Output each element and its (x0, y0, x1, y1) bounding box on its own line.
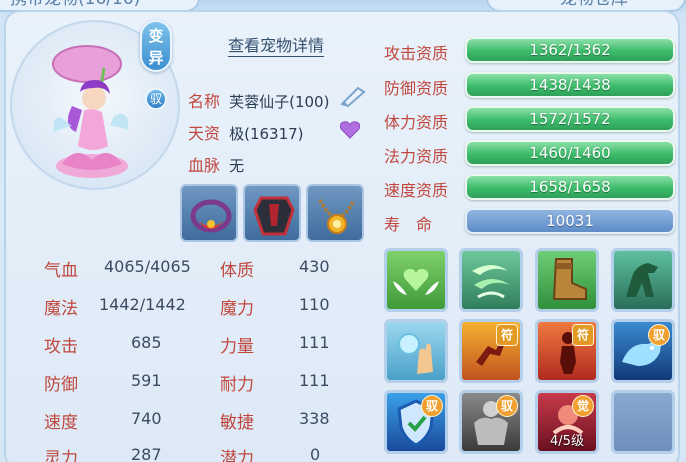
pet-name-row: 名称 芙蓉仙子(100) (188, 88, 329, 112)
edit-name-icon[interactable] (338, 84, 368, 108)
armor-icon (253, 196, 295, 236)
green-wind-icon (472, 265, 510, 299)
pet-name-value: 芙蓉仙子(100) (229, 93, 330, 111)
equip-slot-necklace[interactable] (306, 184, 364, 242)
stat-label-speed: 速度 (44, 413, 78, 433)
stat-value-potential: 0 (310, 445, 321, 462)
stat-value-constitution: 430 (299, 257, 330, 276)
pet-bloodline-value: 无 (229, 157, 245, 175)
stat-value-hp: 4065/4065 (104, 257, 191, 276)
stat-label-agility: 敏捷 (220, 413, 254, 433)
stat-label-strength: 力量 (220, 337, 254, 357)
pet-talent-value: 极(16317) (229, 125, 304, 143)
stat-value-speed: 740 (131, 409, 162, 428)
stat-label-magic: 魔力 (220, 299, 254, 319)
empty-skill-slot[interactable] (611, 390, 675, 454)
stat-label-endurance: 耐力 (220, 375, 254, 395)
aptitude-label-speed: 速度资质 (384, 181, 449, 200)
skill-level-text: 4/5级 (550, 434, 584, 449)
stat-value-strength: 111 (299, 333, 330, 352)
pet-name-label: 名称 (188, 92, 221, 111)
skill-slot-10[interactable]: 驭 (459, 390, 523, 454)
stat-label-constitution: 体质 (220, 261, 254, 281)
ride-tag: 驭 (496, 395, 518, 417)
awaken-tag: 觉 (572, 395, 594, 417)
ride-tag: 驭 (648, 324, 670, 346)
skill-slot-8[interactable]: 驭 (611, 319, 675, 383)
rune-badge: 符 (496, 324, 518, 346)
skill-slot-1[interactable] (384, 248, 448, 312)
pet-bloodline-label: 血脉 (188, 156, 221, 175)
stat-value-magic: 110 (299, 295, 330, 314)
necklace-icon (318, 199, 356, 234)
lifespan-bar: 10031 (465, 208, 675, 234)
aptitude-label-attack: 攻击资质 (384, 44, 449, 63)
stat-value-spirit: 287 (131, 445, 162, 462)
green-horse-icon (626, 263, 658, 297)
stat-label-hp: 气血 (44, 261, 78, 281)
aptitude-label-defense: 防御资质 (384, 79, 449, 98)
winged-heart-icon (393, 268, 439, 295)
ride-tag: 驭 (421, 395, 443, 417)
skill-slot-6[interactable]: 符 (459, 319, 523, 383)
aptitude-bar-speed: 1658/1658 (465, 174, 675, 200)
skill-slot-2[interactable] (459, 248, 523, 312)
pet-talent-label: 天资 (188, 124, 221, 143)
equip-slot-collar[interactable] (180, 184, 238, 242)
aptitude-bar-mana: 1460/1460 (465, 140, 675, 166)
water-palm-icon (398, 333, 433, 374)
aptitude-bar-attack: 1362/1362 (465, 37, 675, 63)
stat-label-mp: 魔法 (44, 299, 78, 319)
ride-badge: 驭 (145, 88, 167, 110)
stat-label-defense: 防御 (44, 375, 78, 395)
stat-label-attack: 攻击 (44, 337, 78, 357)
rune-badge: 符 (572, 324, 594, 346)
skill-slot-3[interactable] (535, 248, 599, 312)
skill-slot-5[interactable] (384, 319, 448, 383)
aptitude-label-lifespan: 寿 命 (384, 215, 433, 234)
aptitude-label-mana: 法力资质 (384, 147, 449, 166)
stat-label-spirit: 灵力 (44, 449, 78, 462)
stat-value-agility: 338 (299, 409, 330, 428)
skill-slot-4[interactable] (611, 248, 675, 312)
equip-slot-armor[interactable] (243, 184, 301, 242)
stat-value-endurance: 111 (299, 371, 330, 390)
heart-icon[interactable] (339, 120, 361, 140)
collar-icon (190, 199, 232, 233)
boot-icon (552, 258, 587, 300)
skill-slot-9[interactable]: 驭 (384, 390, 448, 454)
stat-value-mp: 1442/1442 (99, 295, 186, 314)
skill-slot-7[interactable]: 符 (535, 319, 599, 383)
pet-bloodline-row: 血脉 无 (188, 152, 244, 176)
aptitude-label-stamina: 体力资质 (384, 113, 449, 132)
aptitude-bar-stamina: 1572/1572 (465, 106, 675, 132)
pet-talent-row: 天资 极(16317) (188, 120, 304, 144)
skill-slot-11[interactable]: 觉 4/5级 (535, 390, 599, 454)
stat-value-defense: 591 (131, 371, 162, 390)
stat-value-attack: 685 (131, 333, 162, 352)
aptitude-bar-defense: 1438/1438 (465, 72, 675, 98)
mutate-badge: 变异 (140, 20, 172, 72)
stat-label-potential: 潜力 (220, 449, 254, 462)
view-pet-details-link[interactable]: 查看宠物详情 (228, 36, 325, 57)
